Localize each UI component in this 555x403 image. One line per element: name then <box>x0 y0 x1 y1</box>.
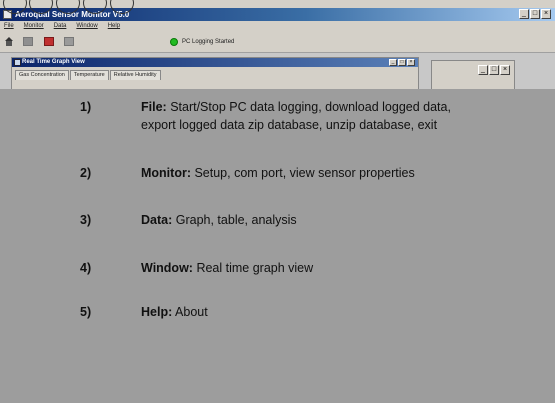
annotation-number: 1) <box>80 100 92 114</box>
minimize-button[interactable]: _ <box>519 9 529 19</box>
logging-status: PC Logging Started <box>170 36 234 48</box>
secondary-minimize-button[interactable]: _ <box>478 65 488 75</box>
record-icon[interactable] <box>44 37 54 46</box>
child-window-icon <box>14 59 21 66</box>
child-maximize-button[interactable]: □ <box>398 59 406 66</box>
menu-data[interactable]: Data <box>54 21 67 32</box>
menu-file[interactable]: File <box>4 21 14 32</box>
app-window: Aeroqual Sensor Monitor V5.0 _ □ × File … <box>0 0 555 403</box>
maximize-button[interactable]: □ <box>530 9 540 19</box>
child-minimize-button[interactable]: _ <box>389 59 397 66</box>
annotation-key: Help: <box>141 305 173 319</box>
table-icon[interactable] <box>64 37 74 46</box>
tab-temperature[interactable]: Temperature <box>69 70 109 80</box>
secondary-maximize-button[interactable]: □ <box>489 65 499 75</box>
secondary-window: _ □ × <box>431 60 515 90</box>
annotation-text: Real time graph view <box>196 261 314 275</box>
status-indicator-icon <box>170 38 178 46</box>
child-close-button[interactable]: × <box>407 59 415 66</box>
status-text: PC Logging Started <box>182 39 235 45</box>
tab-gas-concentration[interactable]: Gas Concentration <box>15 70 69 80</box>
annotation-number: 2) <box>80 166 92 180</box>
home-icon[interactable] <box>4 37 14 46</box>
annotation-number: 3) <box>80 213 92 227</box>
annotation-text: Start/Stop PC data logging, download log… <box>170 100 451 114</box>
menu-bar: File Monitor Data Window Help <box>0 21 555 32</box>
monitor-icon[interactable] <box>23 37 33 46</box>
annotation-key: File: <box>141 100 167 114</box>
annotation-key: Monitor: <box>141 166 191 180</box>
child-window-title: Real Time Graph View <box>22 59 85 65</box>
graph-tabs: Gas Concentration Temperature Relative H… <box>15 70 162 80</box>
tab-relative-humidity[interactable]: Relative Humidity <box>109 70 161 80</box>
child-title-bar: Real Time Graph View _ □ × <box>12 58 418 67</box>
annotation-key: Data: <box>141 213 173 227</box>
title-bar: Aeroqual Sensor Monitor V5.0 _ □ × <box>0 8 555 21</box>
annotation-overlay: 1) File: Start/Stop PC data logging, dow… <box>0 89 555 403</box>
menu-help[interactable]: Help <box>108 21 120 32</box>
annotation-number: 4) <box>80 261 92 275</box>
annotation-text-cont: export logged data zip database, unzip d… <box>141 118 438 132</box>
close-button[interactable]: × <box>541 9 551 19</box>
annotation-text: Setup, com port, view sensor properties <box>194 166 415 180</box>
annotation-text: About <box>175 305 208 319</box>
menu-monitor[interactable]: Monitor <box>24 21 44 32</box>
annotation-number: 5) <box>80 305 92 319</box>
annotation-text: Graph, table, analysis <box>175 213 297 227</box>
annotation-key: Window: <box>141 261 193 275</box>
toolbar: PC Logging Started <box>0 32 555 53</box>
realtime-graph-window: Real Time Graph View _ □ × Gas Concentra… <box>11 57 419 93</box>
menu-window[interactable]: Window <box>76 21 97 32</box>
secondary-close-button[interactable]: × <box>500 65 510 75</box>
